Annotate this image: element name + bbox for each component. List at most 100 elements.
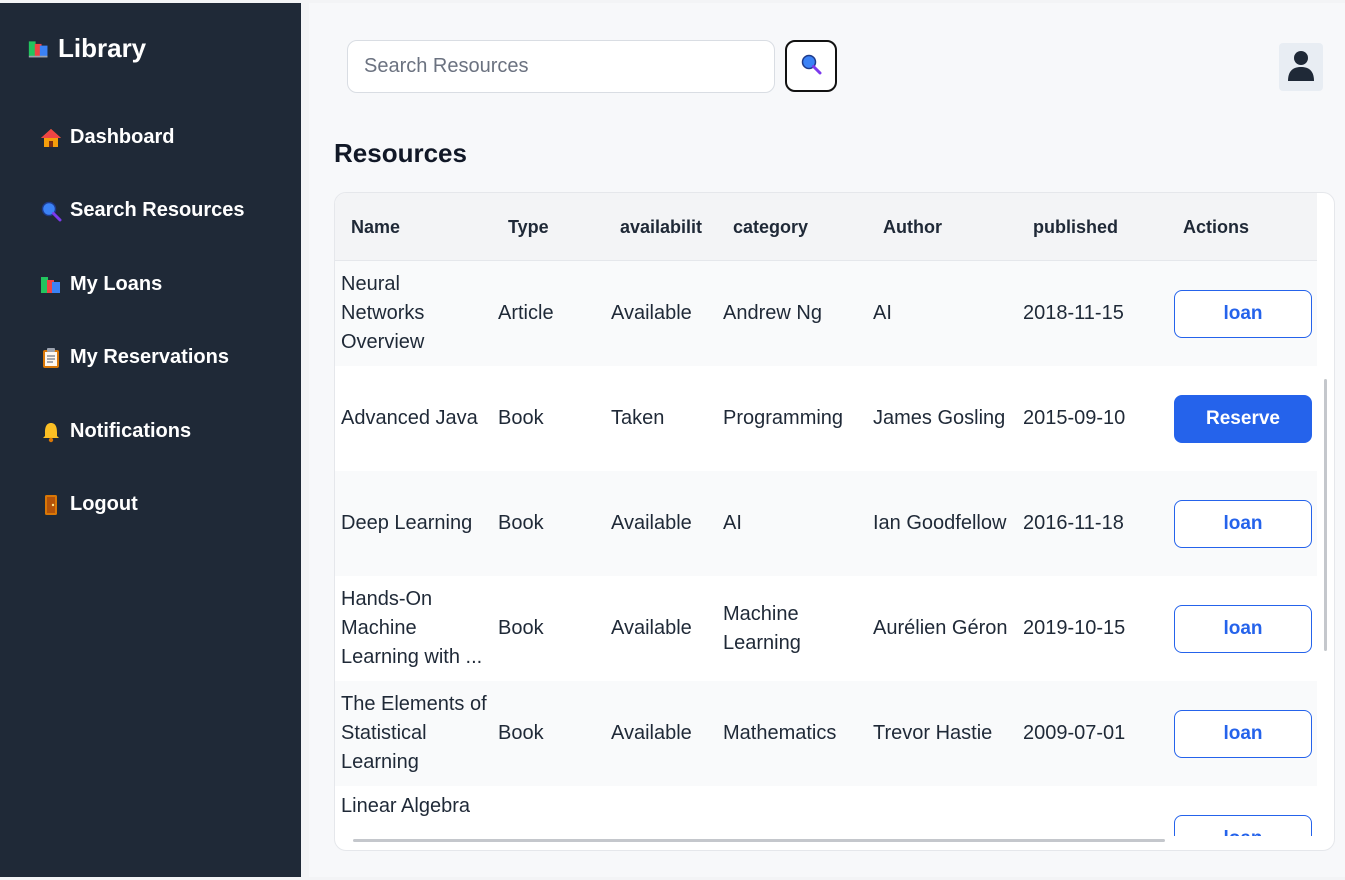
cell-author: Ian Goodfellow xyxy=(873,512,1007,534)
cell-author: James Gosling xyxy=(873,407,1006,429)
cell-category: AI xyxy=(723,471,868,576)
name-line: The Elements of xyxy=(341,693,487,715)
cell-type: Article xyxy=(498,302,554,324)
cell-author: Aurélien Géron xyxy=(873,617,1008,639)
name-line: Neural xyxy=(341,273,400,295)
loan-button[interactable]: loan xyxy=(1174,290,1312,338)
brand[interactable]: Library xyxy=(28,33,146,64)
cell-published: 2015-09-10 xyxy=(1023,407,1126,429)
table-row: Deep Learning Book Available AI Ian Good… xyxy=(335,471,1317,576)
cell-published: 2016-11-18 xyxy=(1023,512,1124,534)
cell-published: 2018-11-15 xyxy=(1023,302,1124,324)
name-line: Hands-On xyxy=(341,588,433,610)
loan-button[interactable]: loan xyxy=(1174,605,1312,653)
cell-category: Machine Learning xyxy=(723,576,868,681)
name-line: Deep Learning xyxy=(341,512,473,534)
house-icon xyxy=(40,127,62,149)
cell-availability: Available xyxy=(611,617,692,639)
category-line: Learning xyxy=(723,631,801,654)
column-header-category[interactable]: category xyxy=(733,193,873,261)
category-line: Andrew Ng xyxy=(723,302,822,324)
clipboard-icon xyxy=(40,347,62,369)
nav-item-label: My Reservations xyxy=(70,346,229,368)
main-content: Resources Name Type availabilit category… xyxy=(309,3,1345,877)
cell-name: The Elements of Statistical Learning xyxy=(341,681,491,786)
column-header-author[interactable]: Author xyxy=(883,193,1023,261)
cell-category: Andrew Ng xyxy=(723,261,868,366)
cell-published: 2009-07-01 xyxy=(1023,722,1126,744)
nav-item-dashboard[interactable]: Dashboard xyxy=(40,126,174,149)
name-line: Learning with ... xyxy=(341,646,483,668)
loan-button[interactable]: loan xyxy=(1174,710,1312,758)
column-header-published[interactable]: published xyxy=(1033,193,1173,261)
name-line: Linear Algebra xyxy=(341,795,470,817)
column-header-type[interactable]: Type xyxy=(508,193,608,261)
nav-item-label: Dashboard xyxy=(70,126,175,148)
cell-availability: Available xyxy=(611,722,692,744)
cell-type: Book xyxy=(498,512,544,534)
door-icon xyxy=(40,494,62,516)
cell-name: Neural Networks Overview xyxy=(341,261,491,366)
magnifier-icon xyxy=(800,53,822,80)
search-input[interactable] xyxy=(347,40,775,93)
brand-title: Library xyxy=(58,33,147,63)
cell-availability: Available xyxy=(611,302,692,324)
nav-item-my-reservations[interactable]: My Reservations xyxy=(40,346,229,369)
user-icon xyxy=(1286,48,1316,87)
nav-item-label: Notifications xyxy=(70,420,192,442)
horizontal-scrollbar[interactable] xyxy=(353,839,1165,842)
bell-icon xyxy=(40,421,62,443)
name-line: Overview xyxy=(341,331,425,353)
loan-button[interactable]: loan xyxy=(1174,500,1312,548)
table-header: Name Type availabilit category Author pu… xyxy=(335,193,1317,261)
cell-type: Book xyxy=(498,722,544,744)
name-line: Machine xyxy=(341,617,417,639)
column-header-name[interactable]: Name xyxy=(351,193,491,261)
search-button[interactable] xyxy=(785,40,837,92)
page-title: Resources xyxy=(334,138,467,168)
name-line: Learning xyxy=(341,751,419,773)
table-row: Neural Networks Overview Article Availab… xyxy=(335,261,1317,366)
cell-type: Book xyxy=(498,617,544,639)
loan-button[interactable]: loan xyxy=(1174,815,1312,836)
name-line: Networks xyxy=(341,302,425,324)
cell-category: Programming xyxy=(723,366,868,471)
vertical-scrollbar[interactable] xyxy=(1324,379,1327,651)
books-icon xyxy=(28,38,50,60)
cell-name: Advanced Java xyxy=(341,366,491,471)
cell-published: 2019-10-15 xyxy=(1023,617,1126,639)
cell-availability: Taken xyxy=(611,407,665,429)
table-row: Linear Algebra loan xyxy=(335,786,1317,836)
cell-availability: Available xyxy=(611,512,692,534)
table-row: The Elements of Statistical Learning Boo… xyxy=(335,681,1317,786)
cell-category: Mathematics xyxy=(723,681,868,786)
cell-name: Linear Algebra xyxy=(341,786,491,826)
table-row: Advanced Java Book Taken Programming Jam… xyxy=(335,366,1317,471)
name-line: Statistical xyxy=(341,722,427,744)
sidebar: Library Dashboard Search Resources My Lo… xyxy=(0,3,301,877)
avatar[interactable] xyxy=(1279,43,1323,91)
nav-item-label: My Loans xyxy=(70,273,163,295)
cell-name: Hands-On Machine Learning with ... xyxy=(341,576,491,681)
category-line: Mathematics xyxy=(723,722,837,744)
nav-item-search-resources[interactable]: Search Resources xyxy=(40,199,245,222)
books-icon xyxy=(40,274,62,296)
nav-item-my-loans[interactable]: My Loans xyxy=(40,273,162,296)
name-line: Advanced Java xyxy=(341,407,478,429)
cell-author: AI xyxy=(873,302,892,324)
cell-author: Trevor Hastie xyxy=(873,722,993,744)
column-header-availability[interactable]: availabilit xyxy=(620,193,704,261)
reserve-button[interactable]: Reserve xyxy=(1174,395,1312,443)
nav-item-logout[interactable]: Logout xyxy=(40,493,138,516)
resources-table: Name Type availabilit category Author pu… xyxy=(334,192,1335,851)
table-row: Hands-On Machine Learning with ... Book … xyxy=(335,576,1317,681)
cell-name: Deep Learning xyxy=(341,471,491,576)
nav-item-label: Search Resources xyxy=(70,199,245,221)
magnifier-icon xyxy=(40,200,62,222)
category-line: AI xyxy=(723,512,742,534)
nav-item-label: Logout xyxy=(70,493,138,515)
nav-item-notifications[interactable]: Notifications xyxy=(40,420,191,443)
cell-type: Book xyxy=(498,407,544,429)
category-line: Programming xyxy=(723,407,844,429)
column-header-actions: Actions xyxy=(1183,217,1250,237)
